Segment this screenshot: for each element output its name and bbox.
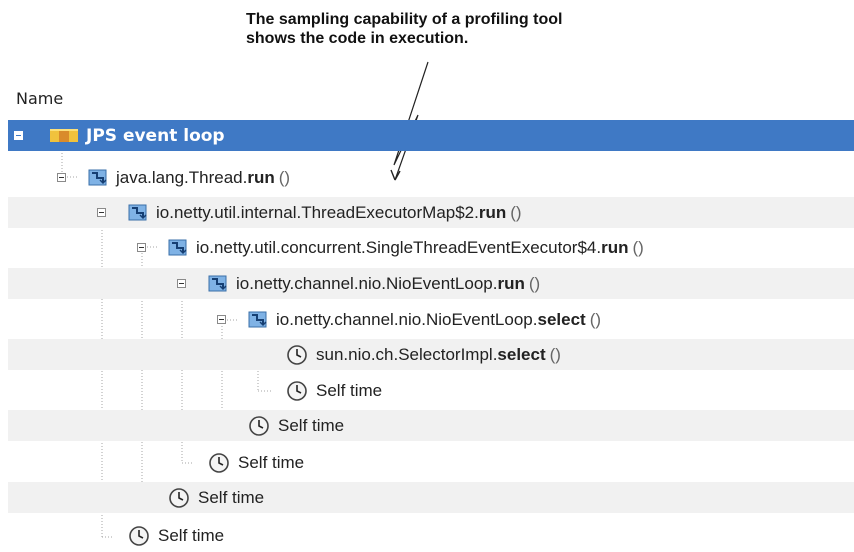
method-icon: [248, 311, 267, 327]
clock-icon: [169, 487, 189, 508]
tree-row-label: JPS event loop: [86, 125, 225, 146]
tree-row[interactable]: io.netty.channel.nio.NioEventLoop.select…: [8, 304, 854, 335]
method-icon: [168, 239, 187, 255]
column-header-name[interactable]: Name: [16, 89, 63, 108]
method-args: (): [632, 237, 644, 257]
annotation-line-1: The sampling capability of a profiling t…: [246, 11, 563, 28]
clock-icon: [287, 344, 307, 365]
tree-row-label: io.netty.util.concurrent.SingleThreadEve…: [196, 237, 629, 257]
callout-annotation: The sampling capability of a profiling t…: [246, 10, 726, 48]
tree-row[interactable]: io.netty.util.internal.ThreadExecutorMap…: [8, 197, 854, 228]
tree-row-label: java.lang.Thread.run: [116, 167, 275, 187]
clock-icon: [129, 525, 149, 546]
tree-row-label: io.netty.channel.nio.NioEventLoop.select: [276, 309, 586, 329]
tree-row[interactable]: java.lang.Thread.run (): [8, 162, 854, 193]
method-icon: [208, 275, 227, 291]
tree-row[interactable]: Self time: [8, 375, 854, 406]
tree-row[interactable]: Self time: [8, 410, 854, 441]
method-args: (): [549, 344, 561, 364]
tree-row-label: Self time: [198, 487, 265, 507]
method-args: (): [589, 309, 602, 329]
collapse-toggle[interactable]: [217, 315, 226, 324]
tree-row-root[interactable]: JPS event loop: [8, 120, 854, 151]
thread-group-icon: [50, 128, 78, 142]
annotation-line-2: shows the code in execution.: [246, 30, 469, 47]
collapse-toggle[interactable]: [97, 208, 106, 217]
clock-icon: [249, 415, 269, 436]
method-icon: [128, 204, 147, 220]
tree-row-label: io.netty.util.internal.ThreadExecutorMap…: [156, 202, 507, 222]
tree-row-label: sun.nio.ch.SelectorImpl.select: [316, 344, 546, 364]
tree-row[interactable]: io.netty.channel.nio.NioEventLoop.run (): [8, 268, 854, 299]
tree-row-label: Self time: [158, 525, 225, 545]
tree-row[interactable]: Self time: [8, 520, 854, 551]
method-args: (): [510, 202, 522, 222]
tree-row[interactable]: sun.nio.ch.SelectorImpl.select (): [8, 339, 854, 370]
clock-icon: [209, 452, 229, 473]
method-args: (): [528, 273, 541, 293]
tree-row-label: Self time: [238, 452, 305, 472]
tree-row[interactable]: Self time: [8, 447, 854, 478]
collapse-toggle[interactable]: [14, 131, 23, 140]
tree-row[interactable]: Self time: [8, 482, 854, 513]
collapse-toggle[interactable]: [137, 243, 146, 252]
tree-row-label: Self time: [278, 415, 345, 435]
method-icon: [88, 169, 107, 185]
tree-row-label: Self time: [316, 380, 383, 400]
collapse-toggle[interactable]: [57, 173, 66, 182]
clock-icon: [287, 380, 307, 401]
collapse-toggle[interactable]: [177, 279, 186, 288]
tree-row[interactable]: io.netty.util.concurrent.SingleThreadEve…: [8, 232, 854, 263]
method-args: (): [278, 167, 291, 187]
tree-row-label: io.netty.channel.nio.NioEventLoop.run: [236, 273, 525, 293]
